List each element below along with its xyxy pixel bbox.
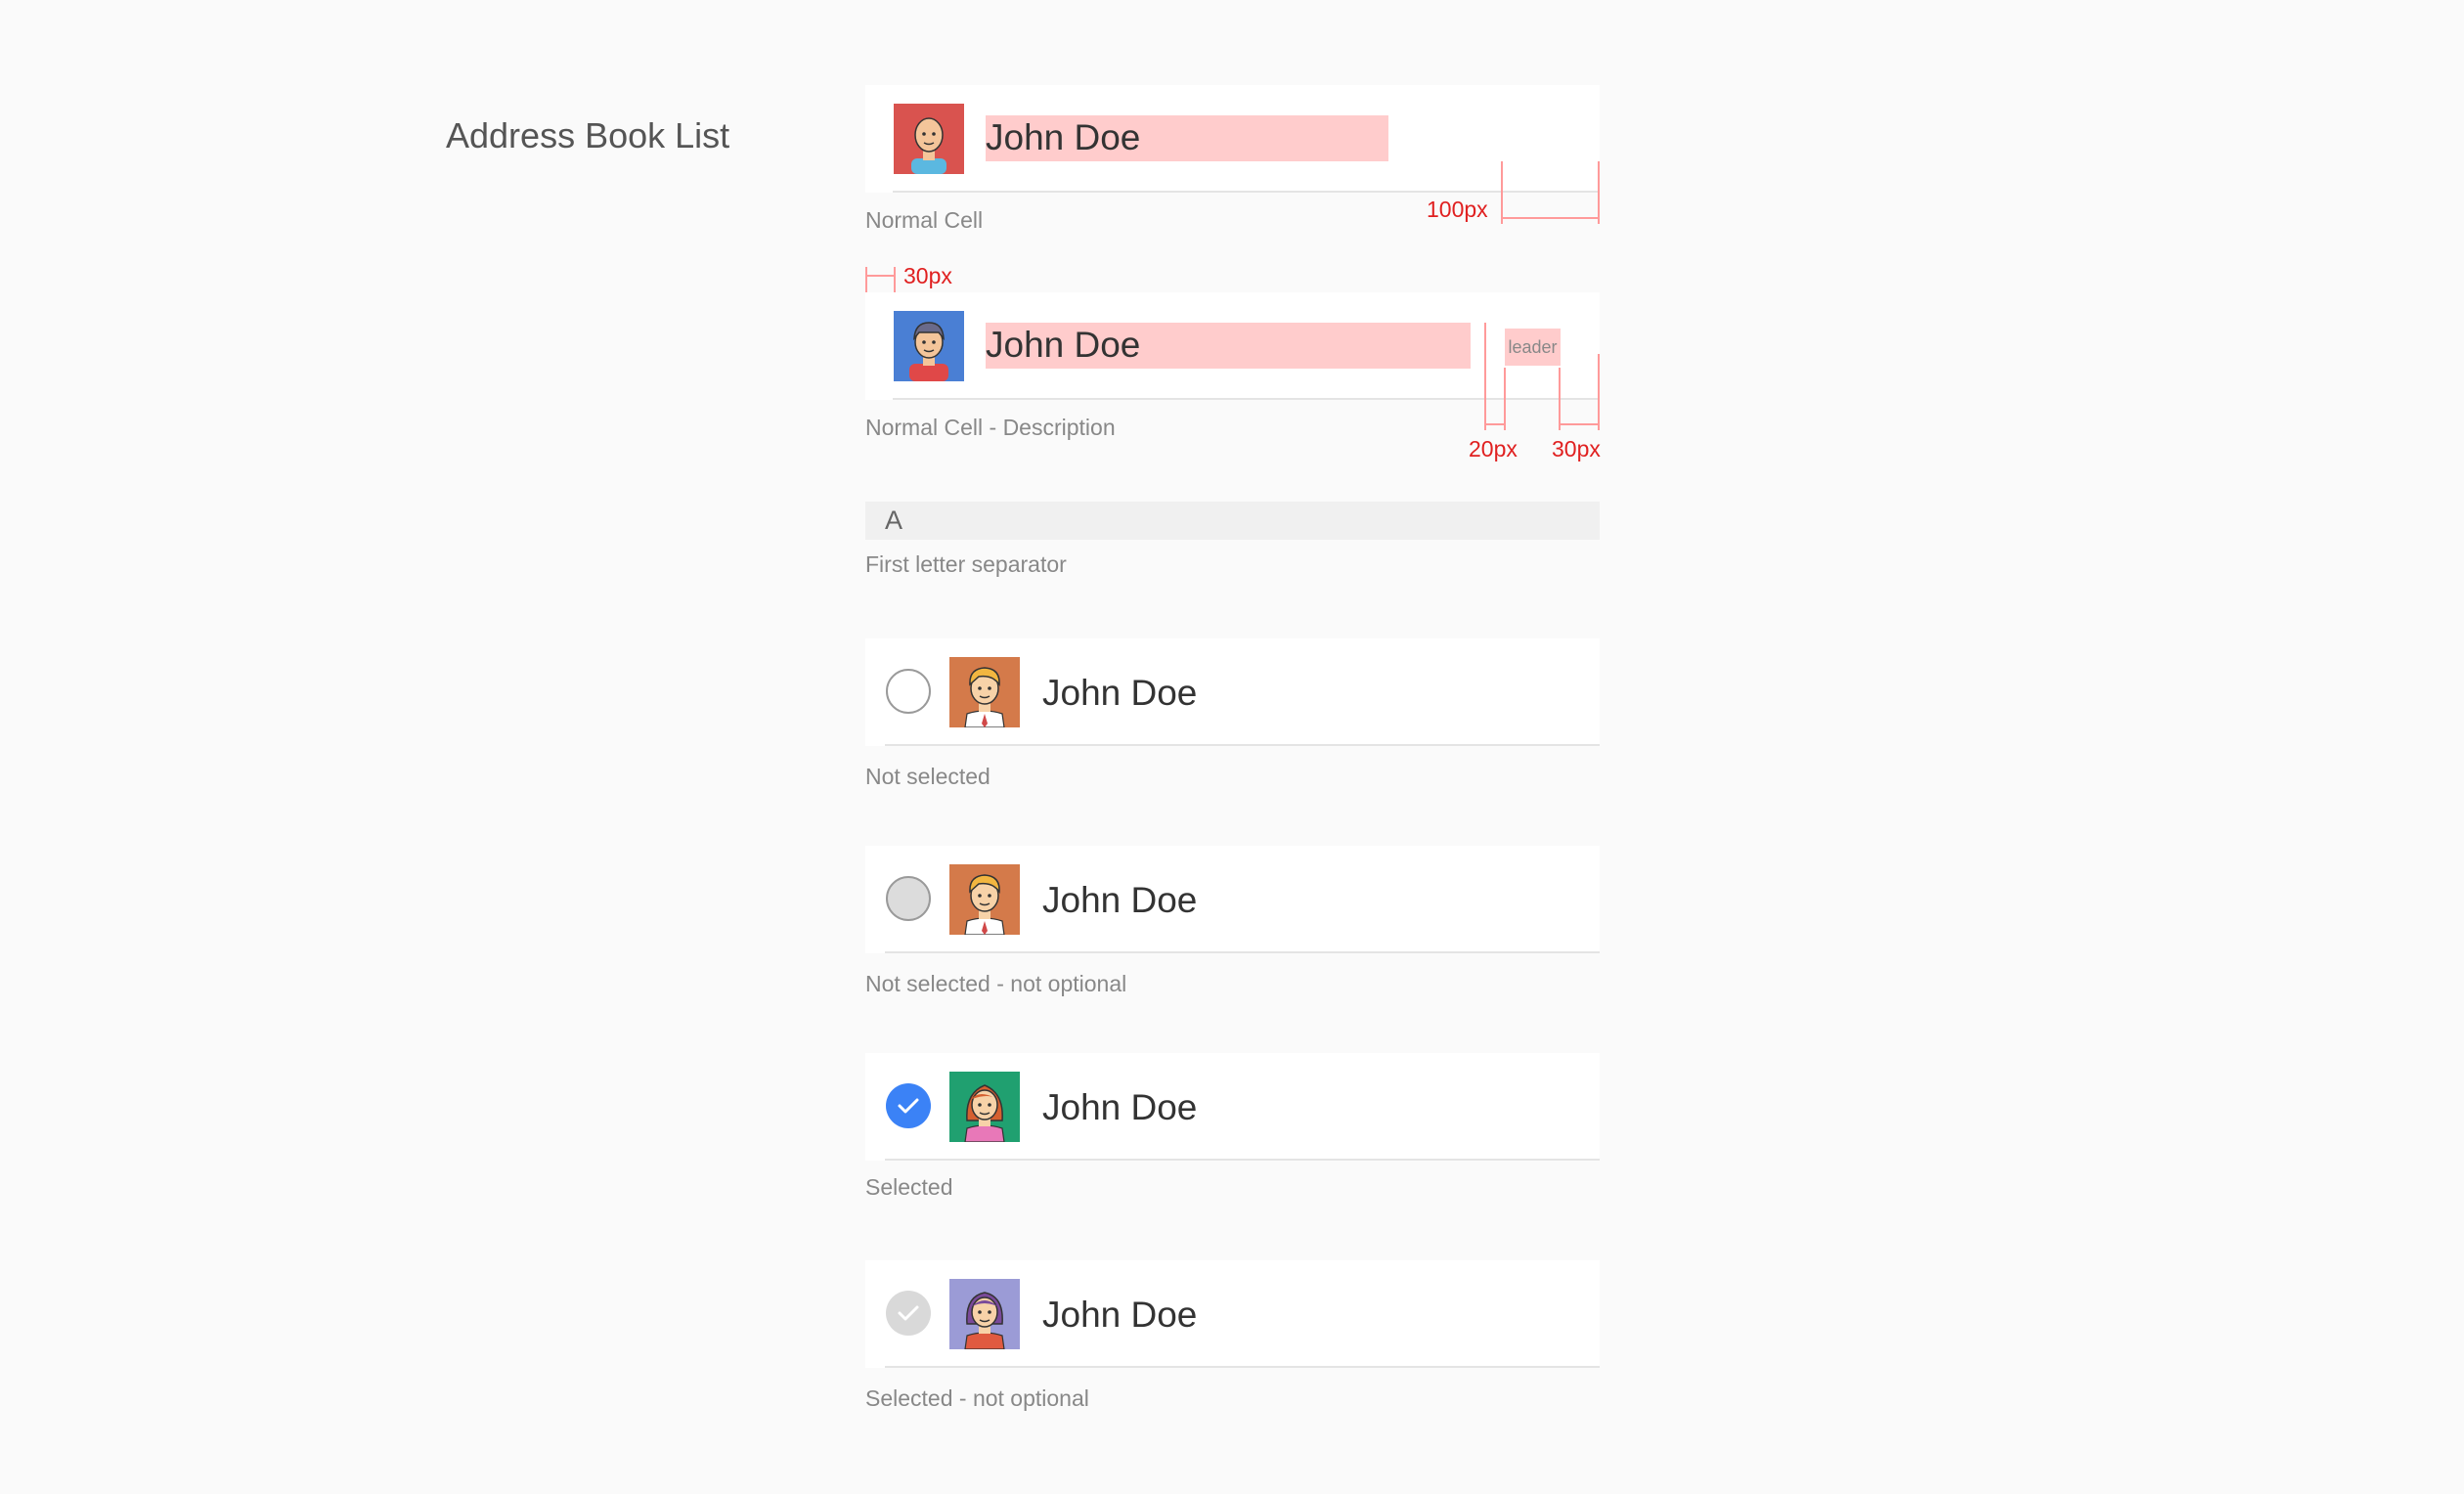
woman-avatar-icon xyxy=(949,1072,1020,1142)
man-avatar-icon xyxy=(949,864,1020,935)
separator-letter: A xyxy=(885,505,903,535)
measure-line xyxy=(1504,368,1506,430)
leader-tag: leader xyxy=(1505,329,1561,366)
caption-not-selected: Not selected xyxy=(865,764,990,789)
cell-divider xyxy=(885,951,1600,953)
caption-not-selected-disabled: Not selected - not optional xyxy=(865,971,1127,996)
measure-line xyxy=(1559,368,1561,430)
contact-cell-not-selected-disabled[interactable]: John Doe xyxy=(865,846,1600,953)
man-avatar-icon xyxy=(894,311,964,381)
measure-right-padding: 100px xyxy=(1427,197,1488,222)
man-avatar-icon xyxy=(949,657,1020,727)
caption-normal-cell: Normal Cell xyxy=(865,207,984,233)
man-avatar-icon xyxy=(894,104,964,174)
measure-tag-right: 30px xyxy=(1552,436,1601,461)
measure-tag-gap: 20px xyxy=(1469,436,1518,461)
contact-cell-description[interactable]: John Doe xyxy=(865,292,1600,400)
caption-description-cell: Normal Cell - Description xyxy=(865,415,1116,440)
measure-line xyxy=(1598,161,1600,224)
measure-line xyxy=(1559,423,1600,425)
letter-separator: A xyxy=(865,502,1600,540)
contact-name: John Doe xyxy=(986,325,1141,365)
contact-cell-selected[interactable]: John Doe xyxy=(865,1053,1600,1161)
cell-divider xyxy=(885,1159,1600,1161)
measure-line xyxy=(1598,354,1600,430)
caption-separator: First letter separator xyxy=(865,551,1067,577)
cell-divider xyxy=(885,744,1600,746)
contact-cell-selected-disabled[interactable]: John Doe xyxy=(865,1260,1600,1368)
contact-name: John Doe xyxy=(1042,1087,1198,1127)
measure-line xyxy=(1484,323,1486,430)
contact-name: John Doe xyxy=(1042,880,1198,920)
measure-line xyxy=(1484,423,1506,425)
contact-name: John Doe xyxy=(1042,673,1198,713)
contact-name: John Doe xyxy=(1042,1295,1198,1335)
checkmark-icon xyxy=(886,1291,931,1336)
radio-unchecked-disabled xyxy=(886,876,931,921)
contact-cell-normal[interactable]: John Doe xyxy=(865,85,1600,193)
cell-divider xyxy=(893,191,1600,193)
cell-divider xyxy=(885,1366,1600,1368)
radio-unchecked[interactable] xyxy=(886,669,931,714)
contact-cell-not-selected[interactable]: John Doe xyxy=(865,638,1600,746)
caption-selected-disabled: Selected - not optional xyxy=(865,1385,1089,1411)
measure-left-padding: 30px xyxy=(903,263,952,288)
cell-divider xyxy=(893,398,1600,400)
woman-avatar-icon xyxy=(949,1279,1020,1349)
contact-name: John Doe xyxy=(986,117,1141,157)
caption-selected: Selected xyxy=(865,1174,953,1200)
checkmark-icon[interactable] xyxy=(886,1083,931,1128)
measure-line xyxy=(865,275,896,277)
page-title: Address Book List xyxy=(446,115,730,155)
measure-line xyxy=(1501,217,1600,219)
measure-line xyxy=(1501,161,1503,224)
